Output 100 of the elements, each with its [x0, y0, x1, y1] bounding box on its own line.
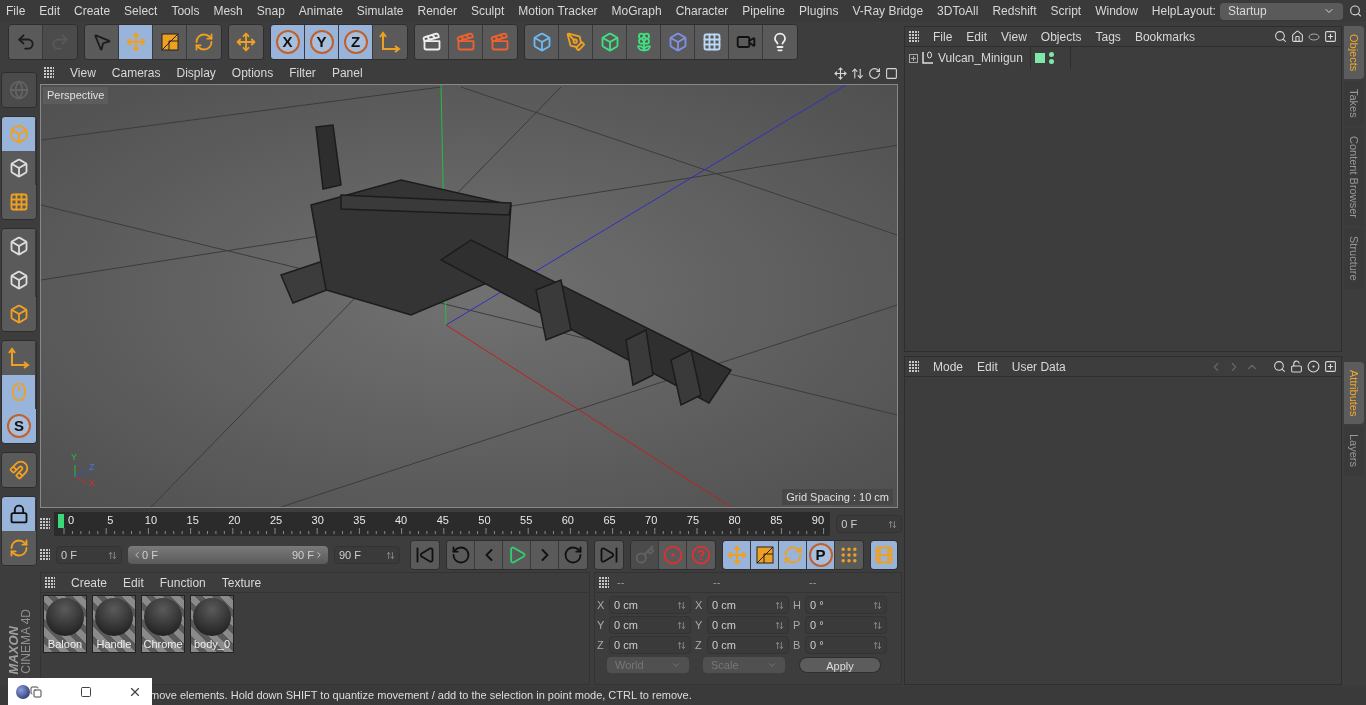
end-frame-field[interactable]: 90 F	[334, 546, 400, 564]
menu-item[interactable]: Select	[124, 2, 158, 20]
expand-icon[interactable]	[909, 53, 918, 63]
menu-item[interactable]: Snap	[256, 2, 285, 20]
menu-item[interactable]: 3DToAll	[937, 2, 979, 20]
menu-item[interactable]: Tools	[171, 2, 200, 20]
rotate-button[interactable]	[187, 25, 221, 59]
pan-icon[interactable]	[834, 66, 847, 80]
prev-frame-button[interactable]	[475, 541, 503, 569]
oval-icon[interactable]	[1308, 32, 1320, 41]
search-icon[interactable]	[1348, 4, 1362, 18]
menu-item[interactable]: Window	[1095, 2, 1138, 20]
object-name[interactable]: Vulcan_Minigun	[938, 49, 1023, 67]
coordinate-field[interactable]: 0 cm	[609, 616, 691, 634]
floor-button[interactable]	[695, 25, 729, 59]
menu-item[interactable]: Cameras	[111, 64, 161, 82]
scale-button[interactable]	[153, 25, 187, 59]
scale-button[interactable]	[751, 541, 779, 569]
menu-item[interactable]: Panel	[331, 64, 363, 82]
lock-grid-button[interactable]	[2, 497, 36, 531]
render-view-button[interactable]	[415, 25, 449, 59]
coordinate-field[interactable]: 0 cm	[707, 596, 789, 614]
render-button[interactable]	[449, 25, 483, 59]
menu-item[interactable]: Filter	[289, 64, 316, 82]
dots-button[interactable]	[835, 541, 863, 569]
param-button[interactable]: P	[807, 541, 835, 569]
orbit-icon[interactable]	[868, 66, 881, 80]
add-panel-icon[interactable]	[1324, 360, 1337, 373]
app-icon[interactable]	[16, 684, 30, 699]
menu-item[interactable]: User Data	[1011, 357, 1066, 376]
menu-item[interactable]: Mode	[933, 357, 964, 376]
camera-label[interactable]: Perspective	[43, 87, 109, 104]
menu-item[interactable]: Create	[74, 2, 111, 20]
menu-item[interactable]: Create	[71, 573, 108, 592]
menu-item[interactable]: View	[70, 64, 96, 82]
start-frame-field[interactable]: 0 F	[56, 546, 122, 564]
material-swatch[interactable]: Baloon	[43, 595, 87, 653]
playhead[interactable]	[57, 514, 64, 528]
target-icon[interactable]	[1307, 360, 1320, 373]
tweak-button[interactable]	[2, 375, 36, 409]
light-button[interactable]	[763, 25, 797, 59]
undo-button[interactable]	[9, 25, 43, 59]
go-end-button[interactable]	[595, 541, 623, 569]
menu-item[interactable]: Display	[176, 64, 216, 82]
coordinate-field[interactable]: 0 cm	[609, 636, 691, 654]
deformer-button[interactable]	[661, 25, 695, 59]
add-panel-icon[interactable]	[1324, 30, 1337, 43]
prev-key-button[interactable]	[447, 541, 475, 569]
coordinate-field[interactable]: 0 cm	[707, 636, 789, 654]
unlock-icon[interactable]	[1290, 360, 1303, 373]
menu-item[interactable]: Objects	[1040, 27, 1082, 46]
axis-button[interactable]: Z	[339, 25, 373, 59]
next-frame-button[interactable]	[531, 541, 559, 569]
coordinate-field[interactable]: 0 cm	[609, 596, 691, 614]
select-button[interactable]	[85, 25, 119, 59]
material-swatch[interactable]: Chrome	[141, 595, 185, 653]
menu-item[interactable]: Edit	[123, 573, 144, 592]
menu-item[interactable]: Redshift	[992, 2, 1037, 20]
coordinates-button[interactable]	[373, 25, 407, 59]
menu-item[interactable]: Edit	[39, 2, 61, 20]
current-frame-field[interactable]: 0 F	[836, 515, 902, 533]
coordinate-field[interactable]: 0 °	[805, 636, 887, 654]
play-button[interactable]	[503, 541, 531, 569]
cube-button[interactable]	[525, 25, 559, 59]
texture-button[interactable]	[2, 151, 36, 185]
menu-item[interactable]: Animate	[298, 2, 343, 20]
viewport[interactable]: Perspective Grid Spacing : 10 cm Y Z X	[40, 84, 898, 508]
cloner-button[interactable]	[627, 25, 661, 59]
search-icon[interactable]	[1273, 360, 1286, 373]
apply-button[interactable]: Apply	[799, 657, 881, 673]
coordinate-field[interactable]: 0 cm	[707, 616, 789, 634]
frame-range-slider[interactable]: 0 F 90 F	[128, 546, 328, 564]
maximize-icon[interactable]	[80, 685, 92, 698]
next-key-button[interactable]	[559, 541, 587, 569]
pen-button[interactable]	[559, 25, 593, 59]
menu-item[interactable]: Options	[231, 64, 274, 82]
record-button[interactable]	[659, 541, 687, 569]
menu-item[interactable]: Edit	[966, 27, 988, 46]
axis-button[interactable]: X	[271, 25, 305, 59]
menu-item[interactable]: File	[6, 2, 26, 20]
zoom-arrows-icon[interactable]	[851, 66, 864, 80]
coordinate-field[interactable]: 0 °	[805, 596, 887, 614]
menu-item[interactable]: Character	[675, 2, 729, 20]
subdivision-button[interactable]	[593, 25, 627, 59]
menu-item[interactable]: Tags	[1095, 27, 1121, 46]
rotate-button[interactable]	[779, 541, 807, 569]
menu-item[interactable]: Function	[159, 573, 206, 592]
menu-item[interactable]: Plugins	[799, 2, 839, 20]
menu-item[interactable]: MoGraph	[611, 2, 662, 20]
axes-button[interactable]	[2, 341, 36, 375]
menu-item[interactable]: Motion Tracker	[518, 2, 598, 20]
coordinate-field[interactable]: 0 °	[805, 616, 887, 634]
points-button[interactable]	[2, 229, 36, 263]
menu-item[interactable]: View	[1001, 27, 1027, 46]
axis-button[interactable]: Y	[305, 25, 339, 59]
menu-item[interactable]: Help	[1151, 2, 1177, 20]
layout-dropdown[interactable]: Startup	[1219, 2, 1343, 20]
menu-item[interactable]: Mesh	[213, 2, 243, 20]
home-icon[interactable]	[1291, 30, 1304, 43]
move-button[interactable]	[723, 541, 751, 569]
